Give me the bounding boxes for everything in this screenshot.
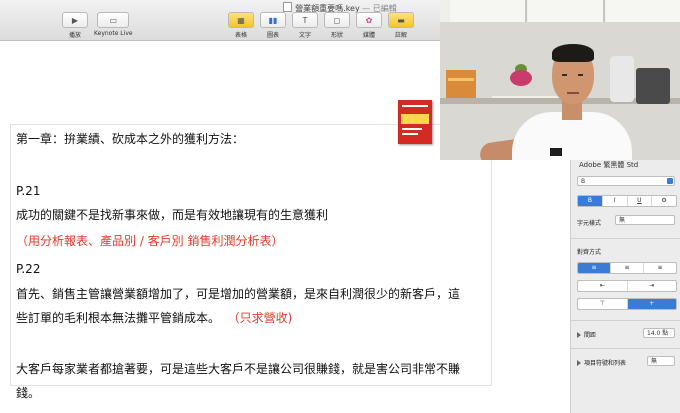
spacing-section[interactable]: 間距 bbox=[577, 330, 596, 339]
paragraph-line: 些訂單的毛利根本無法攤平管銷成本。 （只求營收) bbox=[16, 310, 292, 326]
section-divider bbox=[571, 238, 680, 239]
disclosure-triangle-icon bbox=[577, 332, 581, 338]
webcam-appliance bbox=[636, 68, 670, 104]
vertical-align-buttons: ⊤ + bbox=[577, 298, 677, 310]
spacing-value-field[interactable]: 14.0 點 bbox=[643, 328, 675, 338]
webcam-person-eye bbox=[578, 74, 583, 76]
webcam-cabinet bbox=[528, 0, 605, 24]
bullets-value: 無 bbox=[651, 358, 658, 365]
underline-button[interactable]: U bbox=[628, 196, 653, 206]
media-label: 媒體 bbox=[362, 32, 375, 39]
valign-top-button[interactable]: ⊤ bbox=[578, 299, 628, 309]
webcam-cabinet bbox=[606, 0, 680, 24]
webcam-person-hair bbox=[552, 44, 594, 62]
align-left-button[interactable]: ≡ bbox=[578, 263, 611, 273]
bullets-label: 項目符號和列表 bbox=[584, 360, 627, 367]
keynote-live-icon: ▭ bbox=[97, 12, 130, 28]
comment-button[interactable]: ▬ 註解 bbox=[388, 12, 414, 39]
spacing-label: 間距 bbox=[584, 332, 597, 339]
align-center-button[interactable]: ≡ bbox=[611, 263, 644, 273]
disclosure-triangle-icon bbox=[577, 360, 581, 366]
comment-icon: ▬ bbox=[388, 12, 414, 28]
text-style-buttons: B I U ⚙ bbox=[577, 195, 677, 207]
slide-text-box[interactable] bbox=[10, 124, 492, 386]
shape-icon: ◻ bbox=[324, 12, 350, 28]
document-icon bbox=[283, 2, 293, 12]
shape-label: 形狀 bbox=[330, 32, 343, 39]
font-style-select[interactable]: B bbox=[577, 176, 675, 186]
shape-button[interactable]: ◻ 形狀 bbox=[324, 12, 350, 39]
paragraph-line: 首先、銷售主管讓營業額增加了，可是增加的營業額，是來自利潤很少的新客戶，這 bbox=[16, 287, 461, 301]
comment-label: 註解 bbox=[394, 32, 407, 39]
font-family-name: Adobe 繁黑體 Std bbox=[579, 161, 639, 169]
media-button[interactable]: ✿ 媒體 bbox=[356, 12, 382, 39]
keynote-live-label: Keynote Live bbox=[94, 30, 133, 37]
book-subtitle-stroke bbox=[402, 133, 418, 135]
bullets-section[interactable]: 項目符號和列表 bbox=[577, 358, 626, 367]
shirt-logo bbox=[550, 148, 562, 156]
valign-middle-button[interactable]: + bbox=[627, 299, 676, 309]
chapter-heading: 第一章：拚業績、砍成本之外的獲利方法： bbox=[16, 132, 245, 146]
webcam-person-eye bbox=[562, 74, 567, 76]
book-title-stroke bbox=[402, 105, 428, 107]
webcam-overlay bbox=[440, 0, 680, 160]
char-style-label: 字元樣式 bbox=[577, 220, 602, 227]
webcam-flowers bbox=[510, 70, 532, 86]
alignment-label: 對齊方式 bbox=[577, 249, 602, 256]
text-icon: T bbox=[292, 12, 318, 28]
page-ref-22: P.22 bbox=[16, 262, 41, 276]
alignment-buttons: ≡ ≡ ≡ bbox=[577, 262, 677, 274]
text-button[interactable]: T 文字 bbox=[292, 12, 318, 39]
section-divider bbox=[571, 348, 680, 349]
red-note-line: （用分析報表、產品別 / 客戶別 銷售利潤分析表） bbox=[16, 234, 284, 248]
format-inspector: Adobe 繁黑體 Std B B I U ⚙ 字元樣式 無 對齊方式 ≡ ≡ … bbox=[570, 158, 680, 413]
paragraph-line-text: 些訂單的毛利根本無法攤平管銷成本。 bbox=[16, 311, 221, 325]
webcam-orange-box bbox=[446, 70, 476, 98]
font-style-value: B bbox=[581, 178, 586, 185]
book-title-band bbox=[401, 114, 429, 124]
align-right-button[interactable]: ≡ bbox=[644, 263, 676, 273]
chart-label: 圖表 bbox=[266, 32, 279, 39]
table-button[interactable]: ▦ 表格 bbox=[228, 12, 254, 39]
webcam-box-stripe bbox=[448, 78, 474, 81]
text-options-gear-icon[interactable]: ⚙ bbox=[652, 196, 676, 206]
table-label: 表格 bbox=[234, 32, 247, 39]
text-label: 文字 bbox=[298, 32, 311, 39]
play-icon: ▶ bbox=[62, 12, 88, 28]
paragraph-line: 大客戶每家業者都搶著要，可是這些大客戶不是讓公司很賺錢，就是害公司非常不賺 bbox=[16, 362, 461, 376]
paragraph-line: 成功的關鍵不是找新事來做，而是有效地讓現有的生意獲利 bbox=[16, 208, 329, 222]
play-button[interactable]: ▶ 播放 bbox=[62, 12, 88, 39]
webcam-person-mouth bbox=[567, 92, 579, 94]
book-cover-image[interactable] bbox=[398, 100, 432, 144]
decrease-indent-button[interactable]: ⇤ bbox=[578, 281, 628, 291]
chart-button[interactable]: ▮▮ 圖表 bbox=[260, 12, 286, 39]
table-icon: ▦ bbox=[228, 12, 254, 28]
page-ref-21: P.21 bbox=[16, 184, 41, 198]
increase-indent-button[interactable]: ⇥ bbox=[628, 281, 677, 291]
bullets-select[interactable]: 無 bbox=[647, 356, 675, 366]
select-stepper-icon bbox=[667, 178, 673, 184]
play-label: 播放 bbox=[68, 32, 81, 39]
paragraph-line: 錢。 bbox=[16, 386, 41, 400]
webcam-cabinet bbox=[450, 0, 527, 24]
spacing-value: 14.0 點 bbox=[647, 330, 669, 337]
keynote-live-button[interactable]: ▭ Keynote Live bbox=[94, 12, 133, 37]
chart-icon: ▮▮ bbox=[260, 12, 286, 28]
webcam-kettle bbox=[610, 56, 634, 102]
media-icon: ✿ bbox=[356, 12, 382, 28]
book-subtitle-stroke bbox=[402, 128, 422, 130]
section-divider bbox=[571, 320, 680, 321]
italic-button[interactable]: I bbox=[603, 196, 628, 206]
char-style-value: 無 bbox=[619, 217, 626, 224]
red-inline-note: （只求營收) bbox=[227, 311, 293, 325]
bold-button[interactable]: B bbox=[578, 196, 603, 206]
char-style-select[interactable]: 無 bbox=[615, 215, 675, 225]
indent-buttons: ⇤ ⇥ bbox=[577, 280, 677, 292]
